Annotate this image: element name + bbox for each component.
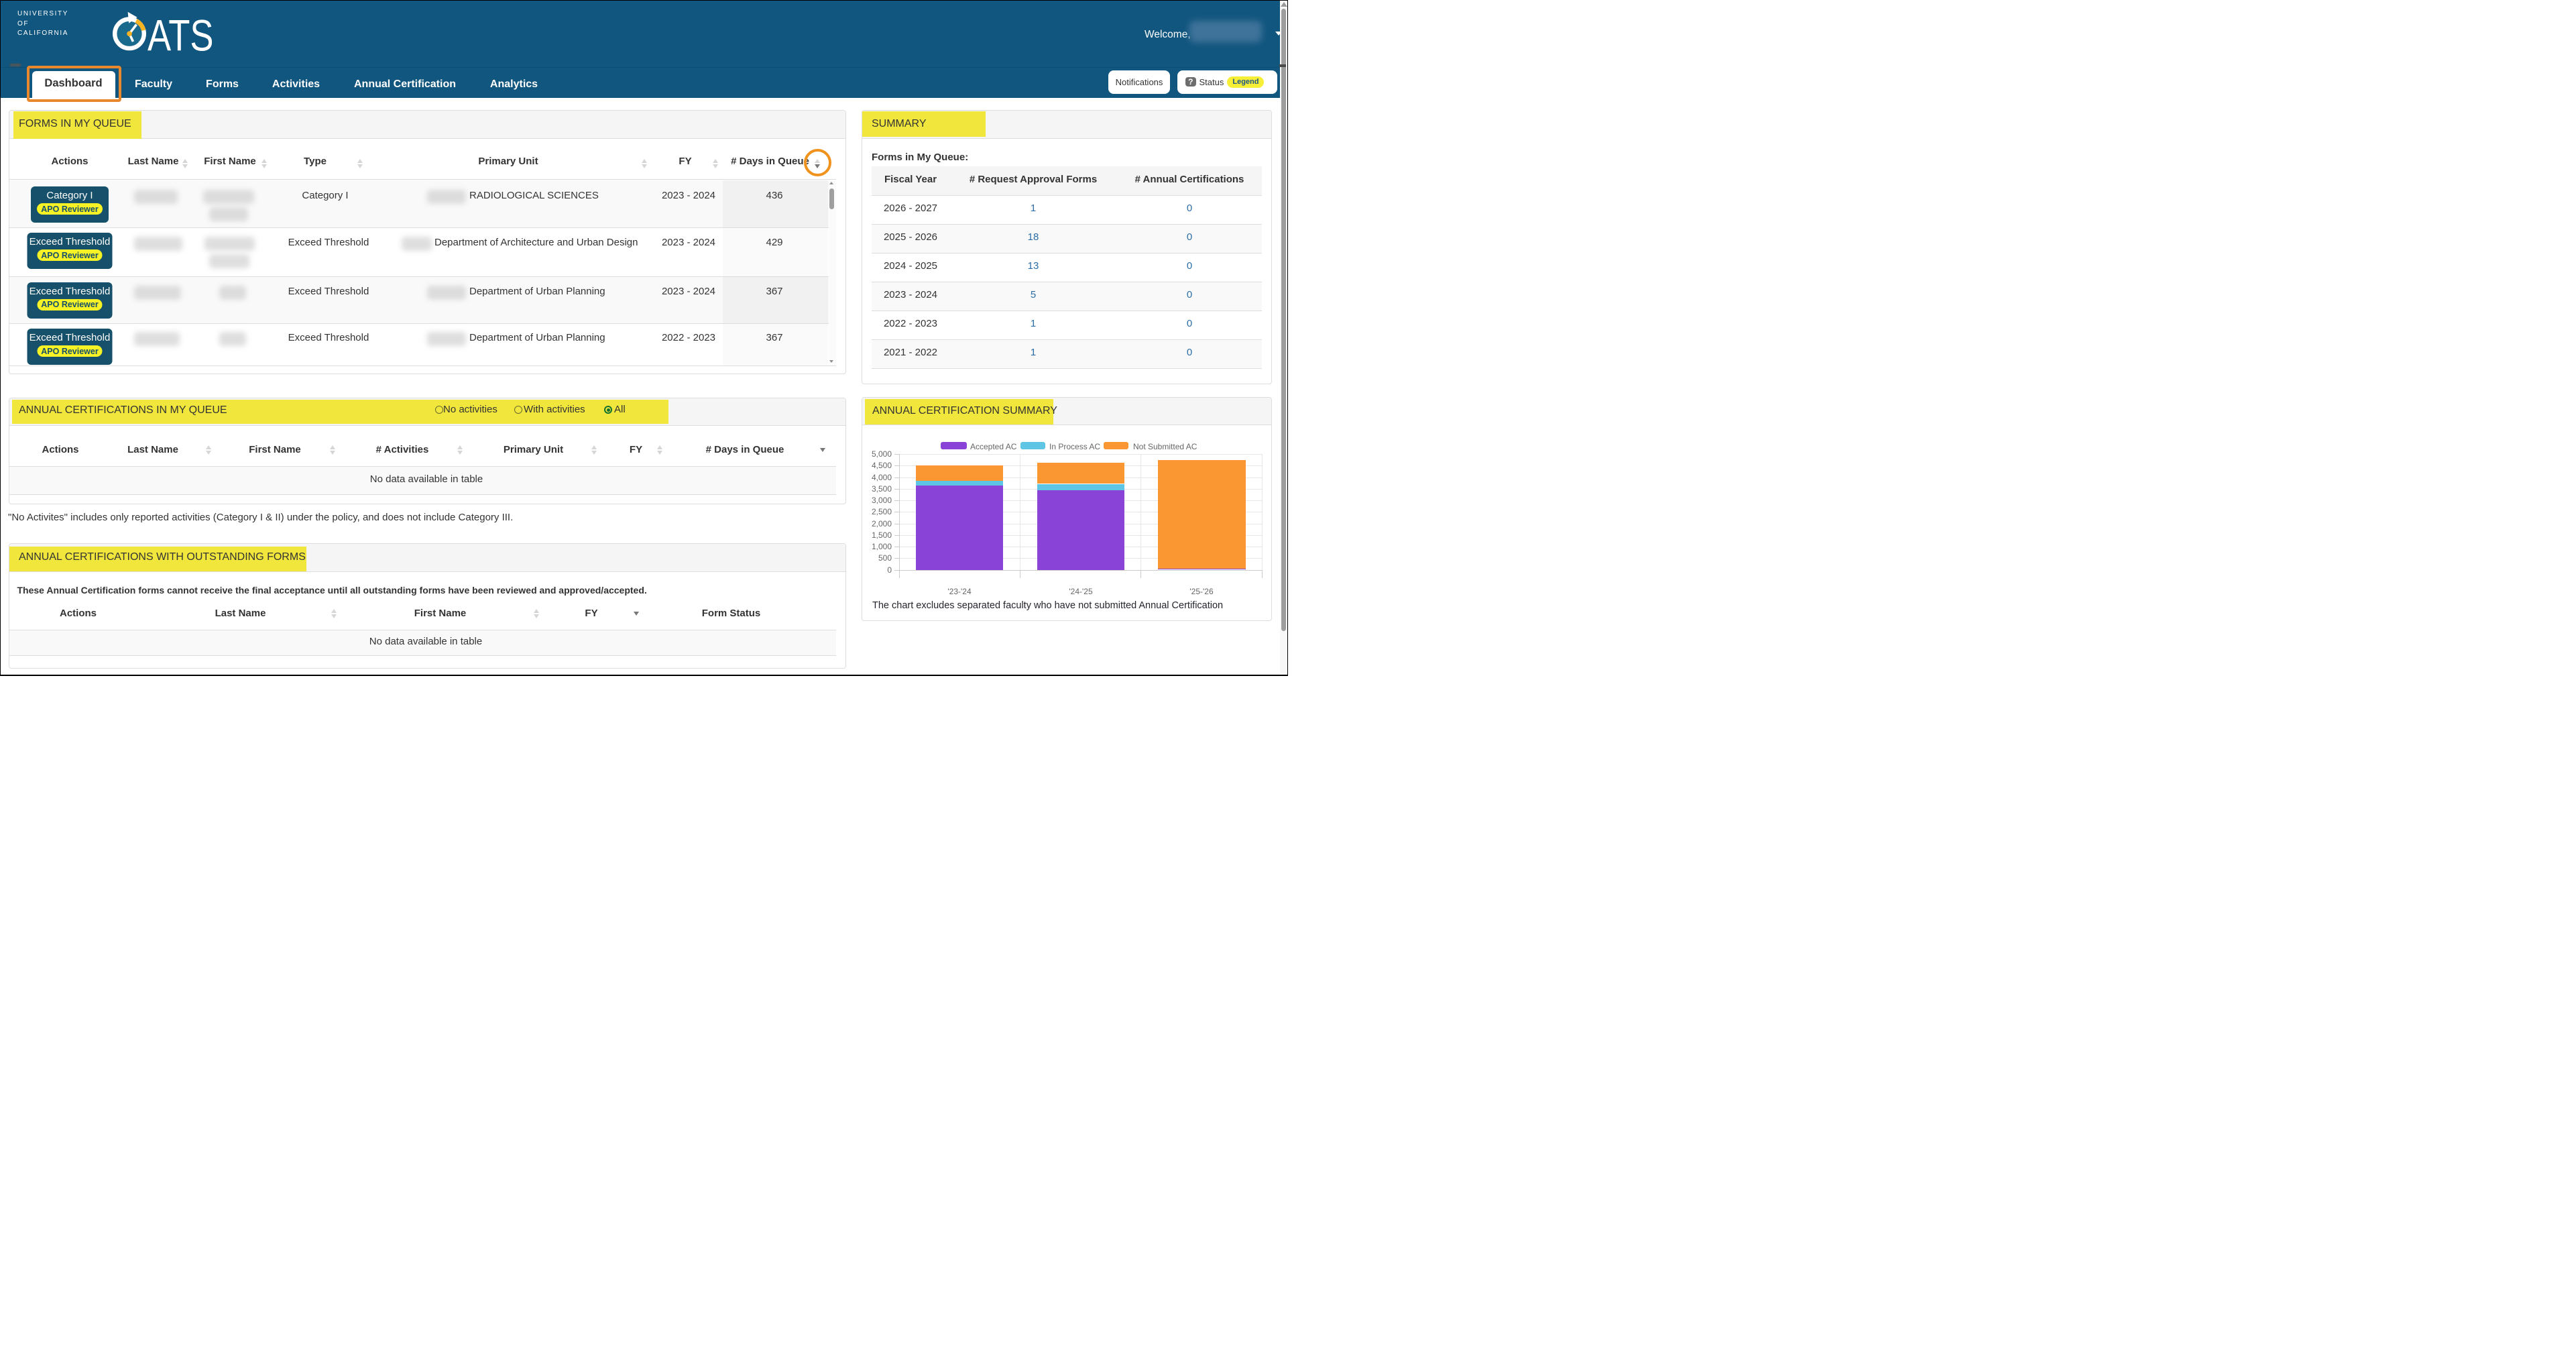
svg-text:ATS: ATS	[148, 11, 214, 54]
